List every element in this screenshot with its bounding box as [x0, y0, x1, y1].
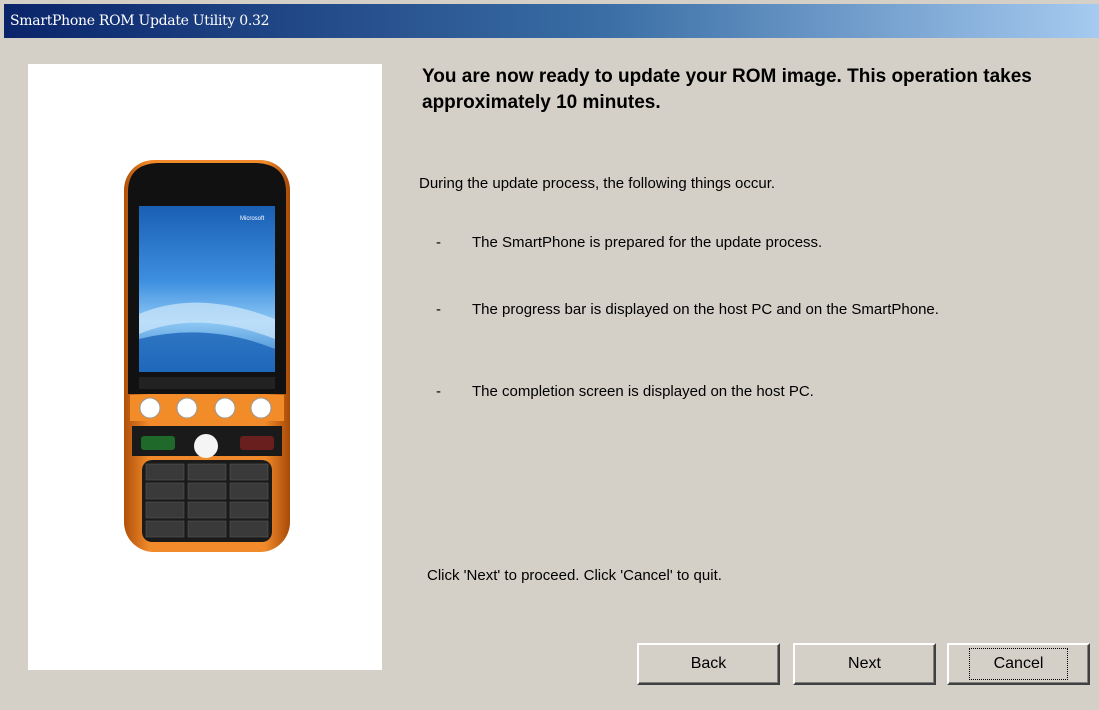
list-item-2-text: The progress bar is displayed on the hos…: [472, 301, 939, 318]
phone-image-panel: Microsoft: [28, 64, 382, 670]
instruction-text: Click 'Next' to proceed. Click 'Cancel' …: [427, 567, 722, 584]
page-heading: You are now ready to update your ROM ima…: [422, 66, 1032, 113]
phone-brand-text: Microsoft: [240, 216, 265, 222]
intro-text: During the update process, the following…: [419, 175, 776, 192]
cancel-button[interactable]: Cancel: [947, 643, 1090, 685]
title-bar[interactable]: SmartPhone ROM Update Utility 0.32: [4, 4, 1099, 38]
next-button[interactable]: Next: [793, 643, 936, 685]
back-button[interactable]: Back: [637, 643, 780, 685]
list-item-2-dash: -: [436, 301, 441, 318]
list-item-3-dash: -: [436, 383, 441, 400]
list-item-1-text: The SmartPhone is prepared for the updat…: [472, 234, 823, 251]
wizard-window: SmartPhone ROM Update Utility 0.32 Micro…: [0, 0, 1099, 710]
list-item-3-text: The completion screen is displayed on th…: [472, 383, 814, 400]
window-title: SmartPhone ROM Update Utility 0.32: [10, 13, 270, 29]
back-button-label: Back: [690, 655, 727, 672]
cancel-button-label: Cancel: [968, 648, 1069, 680]
next-button-label: Next: [848, 655, 881, 672]
list-item-1-dash: -: [436, 234, 441, 251]
smartphone-image: Microsoft: [124, 160, 290, 552]
